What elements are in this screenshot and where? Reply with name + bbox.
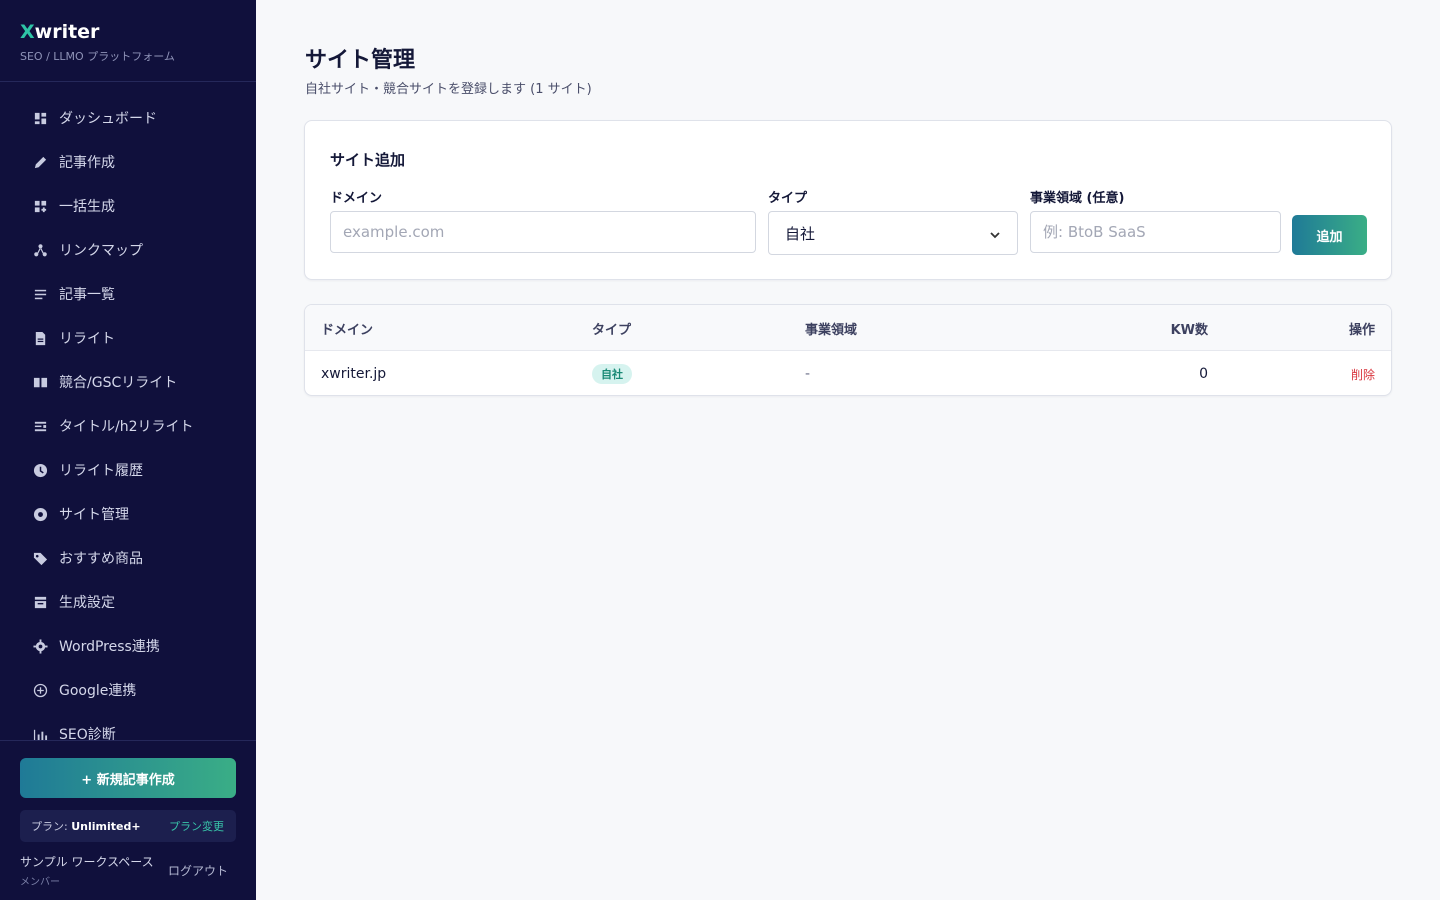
logout-button[interactable]: ログアウト [168, 862, 228, 879]
sidebar-item-label: Google連携 [59, 683, 137, 699]
add-site-card: サイト追加 ドメイン タイプ 自社 事業領域 (任意) 追加 [304, 120, 1392, 280]
type-badge: 自社 [592, 364, 632, 384]
sidebar-item-label: 競合/GSCリライト [59, 375, 178, 391]
sidebar-item-site-management[interactable]: サイト管理 [0, 492, 256, 536]
header-kw-count: KW数 [1170, 322, 1208, 338]
link-map-icon [32, 242, 48, 258]
sidebar-item-wordpress[interactable]: WordPress連携 [0, 624, 256, 668]
main-content: サイト管理 自社サイト・競合サイトを登録します (1 サイト) サイト追加 ドメ… [256, 0, 1440, 900]
row-business: - [805, 366, 811, 382]
header-domain: ドメイン [321, 322, 374, 338]
header-business: 事業領域 [805, 322, 858, 338]
row-domain: xwriter.jp [321, 366, 387, 382]
chart-icon [32, 726, 48, 740]
sidebar-item-link-map[interactable]: リンクマップ [0, 228, 256, 272]
sidebar-item-label: タイトル/h2リライト [59, 419, 194, 435]
sidebar-item-label: 記事作成 [59, 155, 115, 171]
site-icon [32, 506, 48, 522]
sidebar-footer: + 新規記事作成 プラン: Unlimited+ プラン変更 サンプル ワークス… [0, 740, 256, 900]
row-actions: 削除 [1351, 351, 1375, 395]
sites-table: ドメイン タイプ 事業領域 KW数 操作 xwriter.jp 自社 - 0 削… [304, 304, 1392, 396]
tag-icon [32, 550, 48, 566]
workspace-info: サンプル ワークスペース メンバー [20, 853, 154, 888]
sidebar-nav: ダッシュボード 記事作成 一括生成 リンクマップ 記事一覧 リライト 競合/GS… [0, 96, 256, 740]
plus-circle-icon [32, 682, 48, 698]
sidebar-item-label: リライト履歴 [59, 463, 143, 479]
business-label: 事業領域 (任意) [1030, 191, 1125, 206]
plan-info: プラン: Unlimited+ [31, 820, 141, 833]
card-title: サイト追加 [330, 151, 406, 169]
domain-label: ドメイン [330, 191, 383, 206]
pencil-icon [32, 154, 48, 170]
sidebar-item-generation-settings[interactable]: 生成設定 [0, 580, 256, 624]
new-article-button[interactable]: + 新規記事作成 [20, 758, 236, 798]
clock-icon [32, 462, 48, 478]
brand-logo[interactable]: Xwriter [20, 20, 236, 44]
sidebar-item-label: リンクマップ [59, 243, 143, 259]
brand: Xwriter SEO / LLMO プラットフォーム [0, 0, 256, 82]
sidebar-item-competitor-gsc-rewrite[interactable]: 競合/GSCリライト [0, 360, 256, 404]
sidebar-item-title-h2-rewrite[interactable]: タイトル/h2リライト [0, 404, 256, 448]
document-icon [32, 330, 48, 346]
sidebar-item-dashboard[interactable]: ダッシュボード [0, 96, 256, 140]
sidebar-item-rewrite[interactable]: リライト [0, 316, 256, 360]
table-row: xwriter.jp 自社 - 0 削除 [305, 351, 1391, 395]
dashboard-icon [32, 110, 48, 126]
header-type: タイプ [592, 322, 632, 338]
sidebar-item-bulk-generate[interactable]: 一括生成 [0, 184, 256, 228]
sidebar-item-rewrite-history[interactable]: リライト履歴 [0, 448, 256, 492]
sidebar-item-recommended-products[interactable]: おすすめ商品 [0, 536, 256, 580]
plan-change-link[interactable]: プラン変更 [169, 818, 224, 834]
book-icon [32, 374, 48, 390]
sidebar-item-label: サイト管理 [59, 507, 129, 523]
workspace-name: サンプル ワークスペース [20, 855, 154, 869]
sidebar-item-create-article[interactable]: 記事作成 [0, 140, 256, 184]
page-title: サイト管理 [305, 48, 416, 73]
sidebar-item-label: リライト [59, 331, 115, 347]
grid-plus-icon [32, 198, 48, 214]
page-subtitle: 自社サイト・競合サイトを登録します (1 サイト) [305, 82, 592, 97]
table-header: ドメイン タイプ 事業領域 KW数 操作 [305, 305, 1391, 351]
sidebar-item-label: おすすめ商品 [59, 551, 143, 567]
sidebar-item-label: WordPress連携 [59, 639, 160, 655]
sidebar-item-label: 記事一覧 [59, 287, 115, 303]
user-role: メンバー [20, 877, 60, 888]
sidebar-item-label: 一括生成 [59, 199, 115, 215]
row-type: 自社 [592, 351, 632, 395]
sidebar-item-article-list[interactable]: 記事一覧 [0, 272, 256, 316]
gear-icon [32, 638, 48, 654]
row-kw-count: 0 [1199, 366, 1208, 382]
type-select[interactable]: 自社 [768, 211, 1018, 255]
list-icon [32, 286, 48, 302]
settings-box-icon [32, 594, 48, 610]
type-label: タイプ [768, 191, 808, 206]
title-icon [32, 418, 48, 434]
plan-box: プラン: Unlimited+ プラン変更 [20, 810, 236, 842]
sidebar-item-seo-diagnosis[interactable]: SEO診断 [0, 712, 256, 740]
business-input[interactable] [1030, 211, 1281, 253]
chevron-down-icon [989, 227, 1001, 239]
sidebar-item-label: 生成設定 [59, 595, 115, 611]
domain-input[interactable] [330, 211, 756, 253]
sidebar: Xwriter SEO / LLMO プラットフォーム ダッシュボード 記事作成… [0, 0, 256, 900]
add-site-button[interactable]: 追加 [1292, 215, 1367, 255]
sidebar-item-google[interactable]: Google連携 [0, 668, 256, 712]
sidebar-item-label: ダッシュボード [59, 111, 157, 127]
delete-button[interactable]: 削除 [1351, 366, 1375, 383]
sidebar-item-label: SEO診断 [59, 727, 116, 740]
header-actions: 操作 [1348, 322, 1375, 338]
brand-subtitle: SEO / LLMO プラットフォーム [20, 50, 175, 63]
type-select-value: 自社 [785, 224, 816, 243]
plan-name: Unlimited+ [71, 820, 141, 833]
